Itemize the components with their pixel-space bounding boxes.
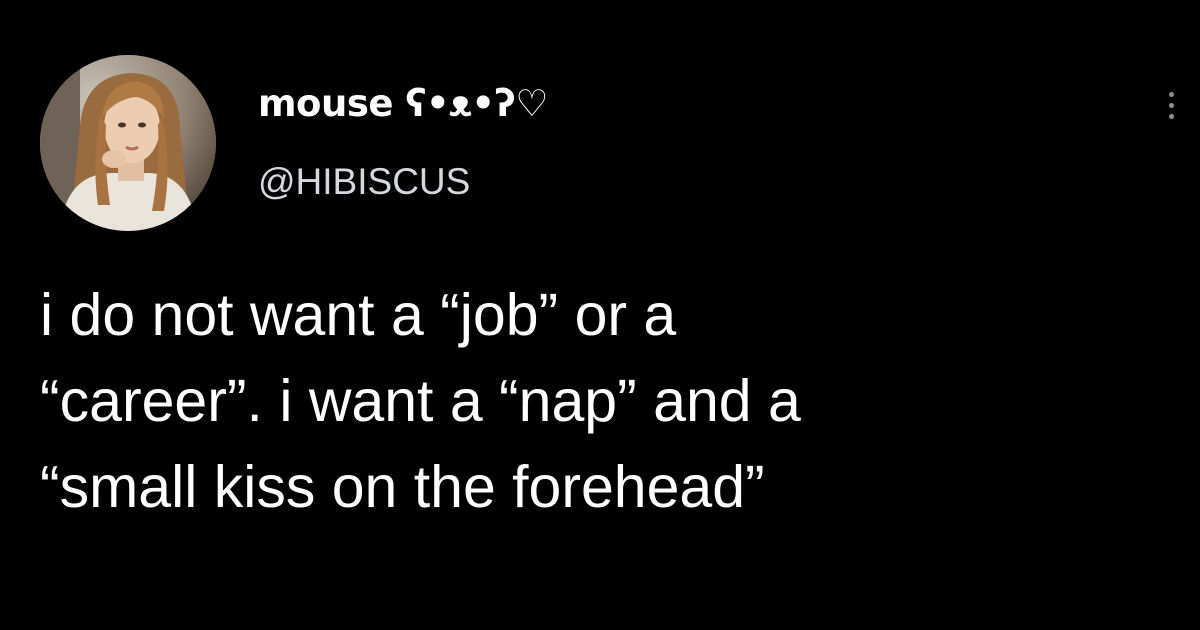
- user-handle[interactable]: @HIBISCUS: [258, 161, 470, 203]
- tweet-text-line: “small kiss on the forehead”: [40, 454, 765, 520]
- more-options-icon[interactable]: [1160, 82, 1184, 130]
- tweet-text-line: “career”. i want a “nap” and a: [40, 368, 801, 434]
- tweet-text-line: i do not want a “job” or a: [40, 282, 677, 348]
- avatar[interactable]: [40, 55, 216, 231]
- display-name[interactable]: mouse ʕ•ᴥ•ʔ♡: [258, 82, 548, 125]
- avatar-photo: [40, 55, 216, 231]
- tweet-text: i do not want a “job” or a “career”. i w…: [40, 272, 1160, 530]
- tweet-card: mouse ʕ•ᴥ•ʔ♡ @HIBISCUS i do not want a “…: [0, 0, 1200, 630]
